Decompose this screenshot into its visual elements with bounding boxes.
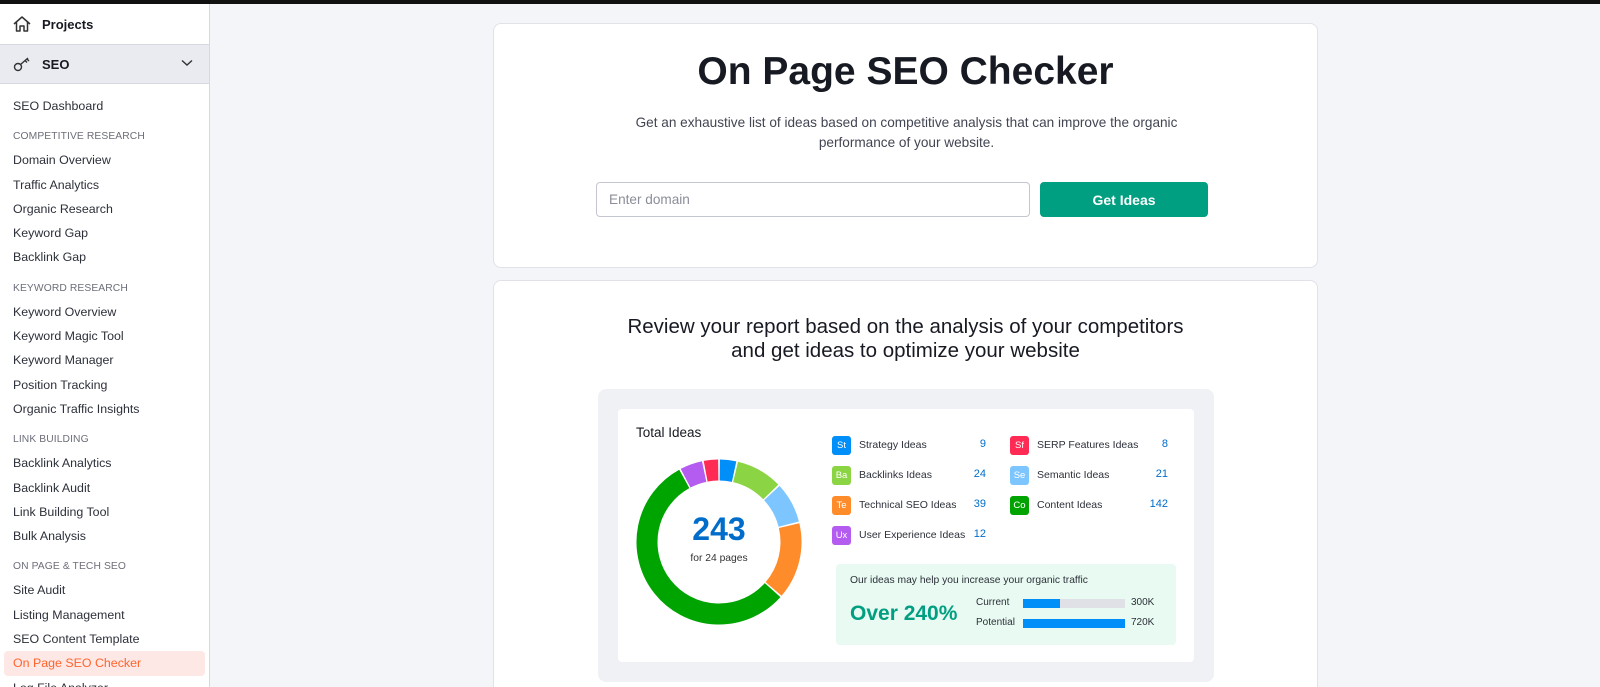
sidebar-item-keyword-overview[interactable]: Keyword Overview [0, 300, 209, 324]
legend-value: 39 [973, 498, 986, 510]
legend-badge: Co [1010, 495, 1029, 515]
legend-badge: Se [1010, 465, 1029, 485]
potential-value: 720K [1131, 617, 1155, 628]
legend-label: Semantic Ideas [1037, 469, 1110, 481]
sidebar-item-backlink-gap[interactable]: Backlink Gap [0, 245, 209, 269]
sidebar-section-heading: KEYWORD RESEARCH [13, 282, 128, 294]
legend-value: 24 [973, 468, 986, 480]
seo-label: SEO [42, 56, 70, 72]
sidebar-item-seo-dashboard[interactable]: SEO Dashboard [0, 94, 209, 118]
legend-badge: St [832, 435, 851, 455]
traffic-increase: Over 240% [850, 602, 958, 625]
donut-slice-sf [703, 459, 719, 482]
total-ideas-subtext: for 24 pages [690, 553, 748, 564]
seo-section-toggle[interactable]: SEO [0, 44, 209, 84]
seo-nav: SEO Dashboard COMPETITIVE RESEARCH Domain… [0, 84, 209, 687]
legend-item-sf[interactable]: Sf SERP Features Ideas [1010, 435, 1138, 455]
legend-label: Content Ideas [1037, 499, 1103, 511]
report-heading-line2: and get ideas to optimize your website [731, 339, 1080, 362]
page-subtitle: Get an exhaustive list of ideas based on… [635, 115, 1178, 150]
sidebar-item-log-file-analyzer[interactable]: Log File Analyzer [0, 676, 209, 687]
sidebar-item-keyword-manager[interactable]: Keyword Manager [0, 348, 209, 372]
traffic-panel: Our ideas may help you increase your org… [836, 564, 1176, 645]
legend-item-ux[interactable]: Ux User Experience Ideas [832, 525, 965, 545]
sidebar-section-heading: COMPETITIVE RESEARCH [13, 131, 145, 143]
potential-label: Potential [976, 617, 1015, 628]
get-ideas-button[interactable]: Get Ideas [1040, 182, 1208, 217]
legend-item-te[interactable]: Te Technical SEO Ideas [832, 495, 956, 515]
report-preview: Total Ideas 243 for 24 pages Our ideas m… [598, 389, 1214, 682]
traffic-title: Our ideas may help you increase your org… [850, 575, 1088, 586]
total-ideas-value: 243 [692, 511, 746, 547]
legend-item-se[interactable]: Se Semantic Ideas [1010, 465, 1109, 485]
report-heading: Review your report based on the analysis… [494, 315, 1317, 363]
legend-label: User Experience Ideas [859, 529, 966, 541]
projects-label: Projects [42, 16, 94, 32]
current-traffic-fill [1023, 599, 1060, 608]
donut-slice-ux [680, 461, 707, 488]
hero-card: On Page SEO Checker Get an exhaustive li… [493, 23, 1318, 268]
sidebar-item-domain-overview[interactable]: Domain Overview [0, 148, 209, 172]
sidebar-item-organic-research[interactable]: Organic Research [0, 197, 209, 221]
top-bar [0, 0, 1600, 4]
current-value: 300K [1131, 597, 1155, 608]
donut-slice-st [719, 459, 737, 482]
legend-badge: Sf [1010, 435, 1029, 455]
legend-value: 142 [1149, 498, 1168, 510]
chevron-down-icon [181, 59, 193, 66]
sidebar-item-link-building-tool[interactable]: Link Building Tool [0, 500, 209, 524]
legend-item-ba[interactable]: Ba Backlinks Ideas [832, 465, 932, 485]
legend-value: 12 [973, 528, 986, 540]
legend-item-co[interactable]: Co Content Ideas [1010, 495, 1102, 515]
legend-badge: Ux [832, 525, 851, 545]
report-heading-line1: Review your report based on the analysis… [627, 315, 1184, 338]
sidebar-section-heading: LINK BUILDING [13, 434, 89, 446]
sidebar: Projects SEO SEO Dashboard COMPETITIVE R… [0, 4, 210, 687]
legend-value: 9 [979, 438, 986, 450]
legend-value: 8 [1161, 438, 1168, 450]
legend-value: 21 [1155, 468, 1168, 480]
legend-label: Backlinks Ideas [859, 469, 932, 481]
potential-traffic-bar [1023, 619, 1125, 628]
projects-link[interactable]: Projects [0, 4, 209, 44]
sidebar-item-on-page-seo-checker[interactable]: On Page SEO Checker [4, 651, 205, 676]
legend-label: Technical SEO Ideas [859, 499, 957, 511]
potential-traffic-fill [1023, 619, 1125, 628]
report-preview-inner: Total Ideas 243 for 24 pages Our ideas m… [618, 409, 1194, 662]
current-traffic-bar [1023, 599, 1125, 608]
sidebar-item-organic-traffic-insights[interactable]: Organic Traffic Insights [0, 397, 209, 421]
legend-badge: Te [832, 495, 851, 515]
sidebar-item-backlink-analytics[interactable]: Backlink Analytics [0, 451, 209, 475]
sidebar-item-listing-management[interactable]: Listing Management [0, 603, 209, 627]
donut-slice-ba [732, 461, 779, 500]
legend-item-st[interactable]: St Strategy Ideas [832, 435, 927, 455]
sidebar-item-site-audit[interactable]: Site Audit [0, 578, 209, 602]
current-label: Current [976, 597, 1010, 608]
sidebar-item-traffic-analytics[interactable]: Traffic Analytics [0, 173, 209, 197]
sidebar-item-keyword-gap[interactable]: Keyword Gap [0, 221, 209, 245]
total-ideas-label: Total Ideas [636, 425, 702, 440]
sidebar-item-position-tracking[interactable]: Position Tracking [0, 373, 209, 397]
sidebar-item-seo-content-template[interactable]: SEO Content Template [0, 627, 209, 651]
home-icon [13, 16, 31, 32]
sidebar-section-heading: ON PAGE & TECH SEO [13, 561, 126, 573]
sidebar-item-keyword-magic-tool[interactable]: Keyword Magic Tool [0, 324, 209, 348]
domain-input[interactable] [596, 182, 1030, 217]
legend-label: SERP Features Ideas [1037, 439, 1139, 451]
report-card: Review your report based on the analysis… [493, 280, 1318, 687]
sidebar-item-backlink-audit[interactable]: Backlink Audit [0, 476, 209, 500]
key-icon [13, 57, 30, 72]
sidebar-item-bulk-analysis[interactable]: Bulk Analysis [0, 524, 209, 548]
page-title: On Page SEO Checker [697, 50, 1114, 93]
legend-label: Strategy Ideas [859, 439, 927, 451]
legend-badge: Ba [832, 465, 851, 485]
